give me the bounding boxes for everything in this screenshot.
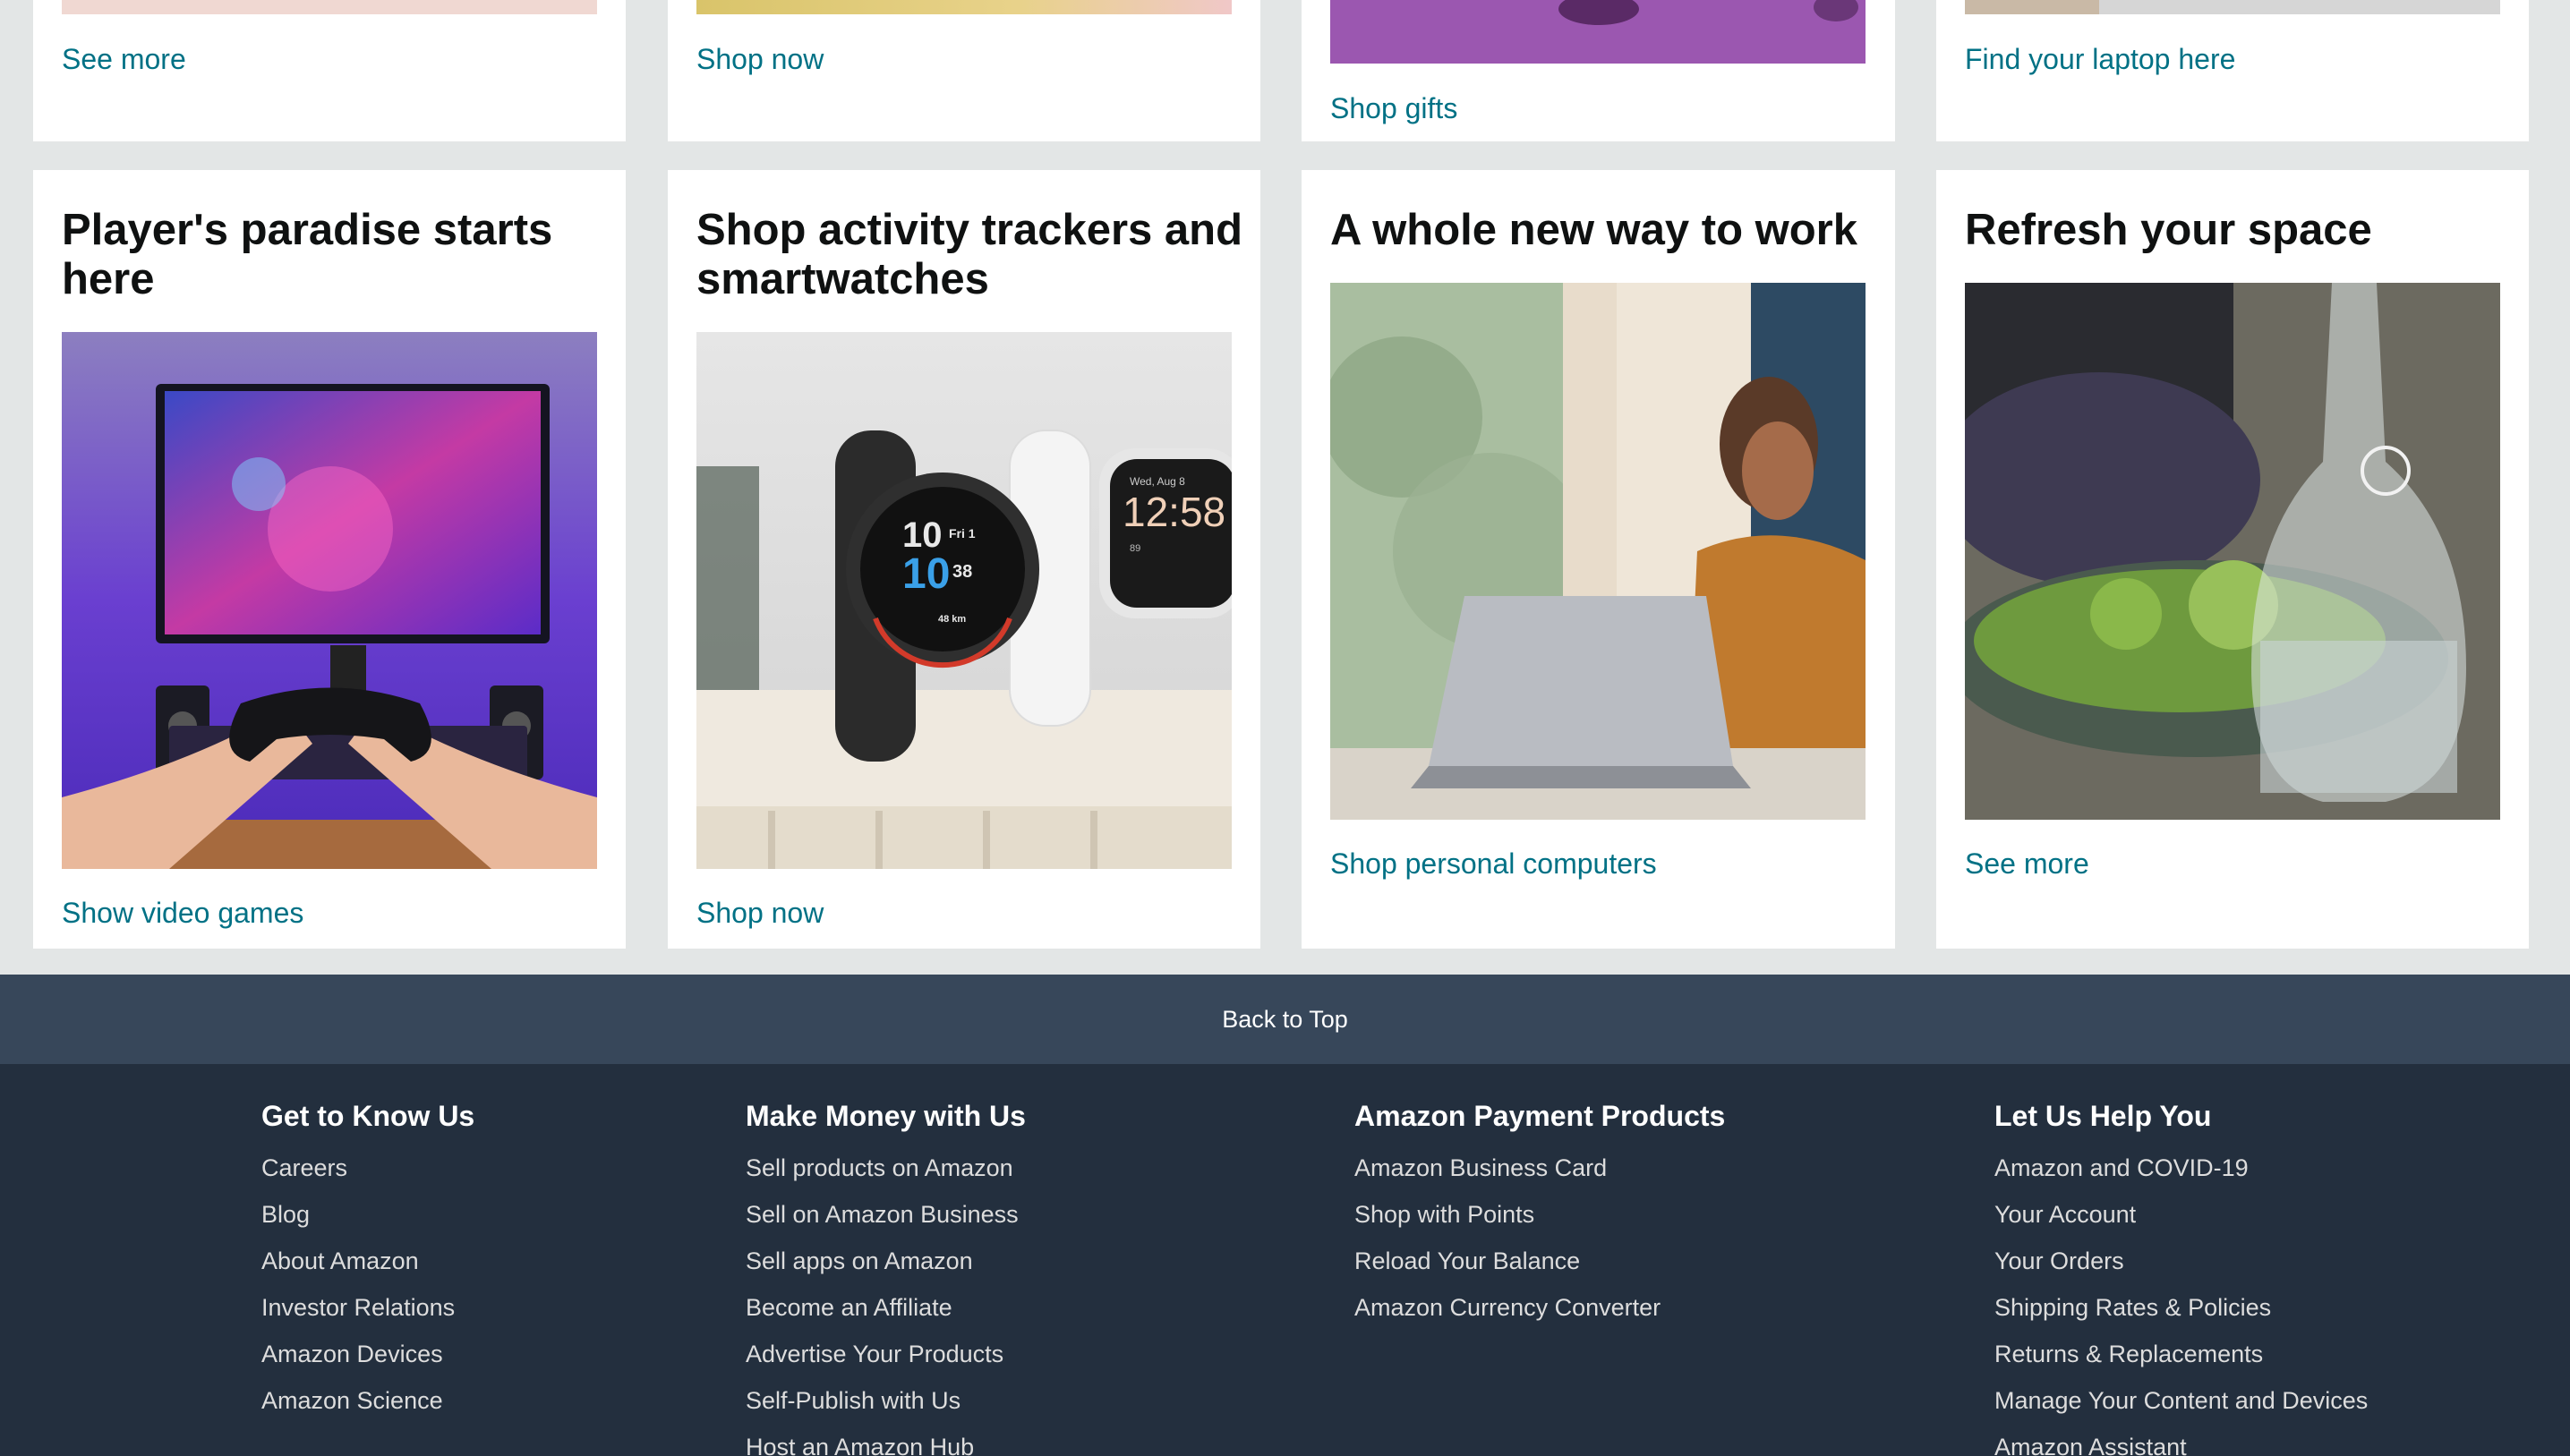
garmin-distance: 48 km [938,614,967,625]
product-card: See more [33,0,626,141]
footer-link-amazon-science[interactable]: Amazon Science [261,1377,474,1424]
footer-link-amazon-devices[interactable]: Amazon Devices [261,1331,474,1377]
garmin-seconds: 38 [952,562,973,582]
shop-now-link[interactable]: Shop now [696,897,824,930]
footer-column-get-to-know-us: Get to Know Us Careers Blog About Amazon… [261,1098,474,1424]
footer-link-shipping[interactable]: Shipping Rates & Policies [1994,1284,2368,1331]
footer-link-investor-relations[interactable]: Investor Relations [261,1284,474,1331]
footer-link-your-orders[interactable]: Your Orders [1994,1238,2368,1284]
footer-link-about-amazon[interactable]: About Amazon [261,1238,474,1284]
footer-column-make-money: Make Money with Us Sell products on Amaz… [746,1098,1026,1456]
footer-link-amazon-assistant[interactable]: Amazon Assistant [1994,1424,2368,1456]
product-card: Player's paradise starts here Show video… [33,170,626,949]
card-title: Refresh your space [1965,206,2372,254]
smartwatches-image[interactable]: 10 Fri 1 10 38 48 km Wed, Aug 8 12:58 89 [696,332,1232,869]
footer-heading: Get to Know Us [261,1100,475,1132]
work-image[interactable] [1330,283,1866,820]
footer-link-affiliate[interactable]: Become an Affiliate [746,1284,1026,1331]
product-card: Shop now [668,0,1260,141]
footer-column-payment-products: Amazon Payment Products Amazon Business … [1354,1098,1725,1331]
footer-link-advertise[interactable]: Advertise Your Products [746,1331,1026,1377]
shop-now-link[interactable]: Shop now [696,43,824,76]
card-image[interactable] [696,0,1232,14]
footer-link-reload-balance[interactable]: Reload Your Balance [1354,1238,1725,1284]
footer-link-your-account[interactable]: Your Account [1994,1191,2368,1238]
footer-link-sell-products[interactable]: Sell products on Amazon [746,1145,1026,1191]
product-card: Shop activity trackers and smartwatches [668,170,1260,949]
home-space-image[interactable] [1965,283,2500,820]
footer-heading: Make Money with Us [746,1100,1026,1132]
footer-link-covid[interactable]: Amazon and COVID-19 [1994,1145,2368,1191]
footer-link-shop-with-points[interactable]: Shop with Points [1354,1191,1725,1238]
product-card: Refresh your space See more [1936,170,2529,949]
show-video-games-link[interactable]: Show video games [62,897,303,930]
footer-link-amazon-hub[interactable]: Host an Amazon Hub [746,1424,1026,1456]
card-title: Player's paradise starts here [62,206,553,303]
fitbit-watch-face: Wed, Aug 8 12:58 89 [1110,475,1232,554]
product-card: Find your laptop here [1936,0,2529,141]
garmin-day: Fri 1 [949,526,976,541]
product-card: A whole new way to work Shop personal co… [1302,170,1895,949]
footer: Get to Know Us Careers Blog About Amazon… [0,1064,2570,1456]
footer-link-business-card[interactable]: Amazon Business Card [1354,1145,1725,1191]
find-laptop-link[interactable]: Find your laptop here [1965,43,2235,76]
fitbit-date: Wed, Aug 8 [1130,475,1185,488]
fitbit-time: 12:58 [1123,489,1226,535]
footer-column-help: Let Us Help You Amazon and COVID-19 Your… [1994,1098,2368,1456]
garmin-minutes: 10 [902,550,951,598]
footer-link-manage-content[interactable]: Manage Your Content and Devices [1994,1377,2368,1424]
footer-link-blog[interactable]: Blog [261,1191,474,1238]
footer-link-sell-apps[interactable]: Sell apps on Amazon [746,1238,1026,1284]
see-more-link[interactable]: See more [62,43,186,76]
footer-link-careers[interactable]: Careers [261,1145,474,1191]
footer-heading: Amazon Payment Products [1354,1100,1726,1132]
footer-link-sell-business[interactable]: Sell on Amazon Business [746,1191,1026,1238]
see-more-link[interactable]: See more [1965,847,2089,881]
footer-link-returns[interactable]: Returns & Replacements [1994,1331,2368,1377]
product-card: Shop gifts [1302,0,1895,141]
card-image[interactable] [1330,0,1866,64]
card-image[interactable] [1965,0,2500,14]
fitbit-stat: 89 [1130,543,1141,554]
card-title: A whole new way to work [1330,206,1858,254]
back-to-top-button[interactable]: Back to Top [0,975,2570,1064]
card-title: Shop activity trackers and smartwatches [696,206,1243,303]
card-image[interactable] [62,0,597,14]
shop-gifts-link[interactable]: Shop gifts [1330,92,1457,125]
footer-link-self-publish[interactable]: Self-Publish with Us [746,1377,1026,1424]
footer-link-currency-converter[interactable]: Amazon Currency Converter [1354,1284,1725,1331]
video-games-image[interactable] [62,332,597,869]
shop-personal-computers-link[interactable]: Shop personal computers [1330,847,1657,881]
footer-heading: Let Us Help You [1994,1100,2212,1132]
